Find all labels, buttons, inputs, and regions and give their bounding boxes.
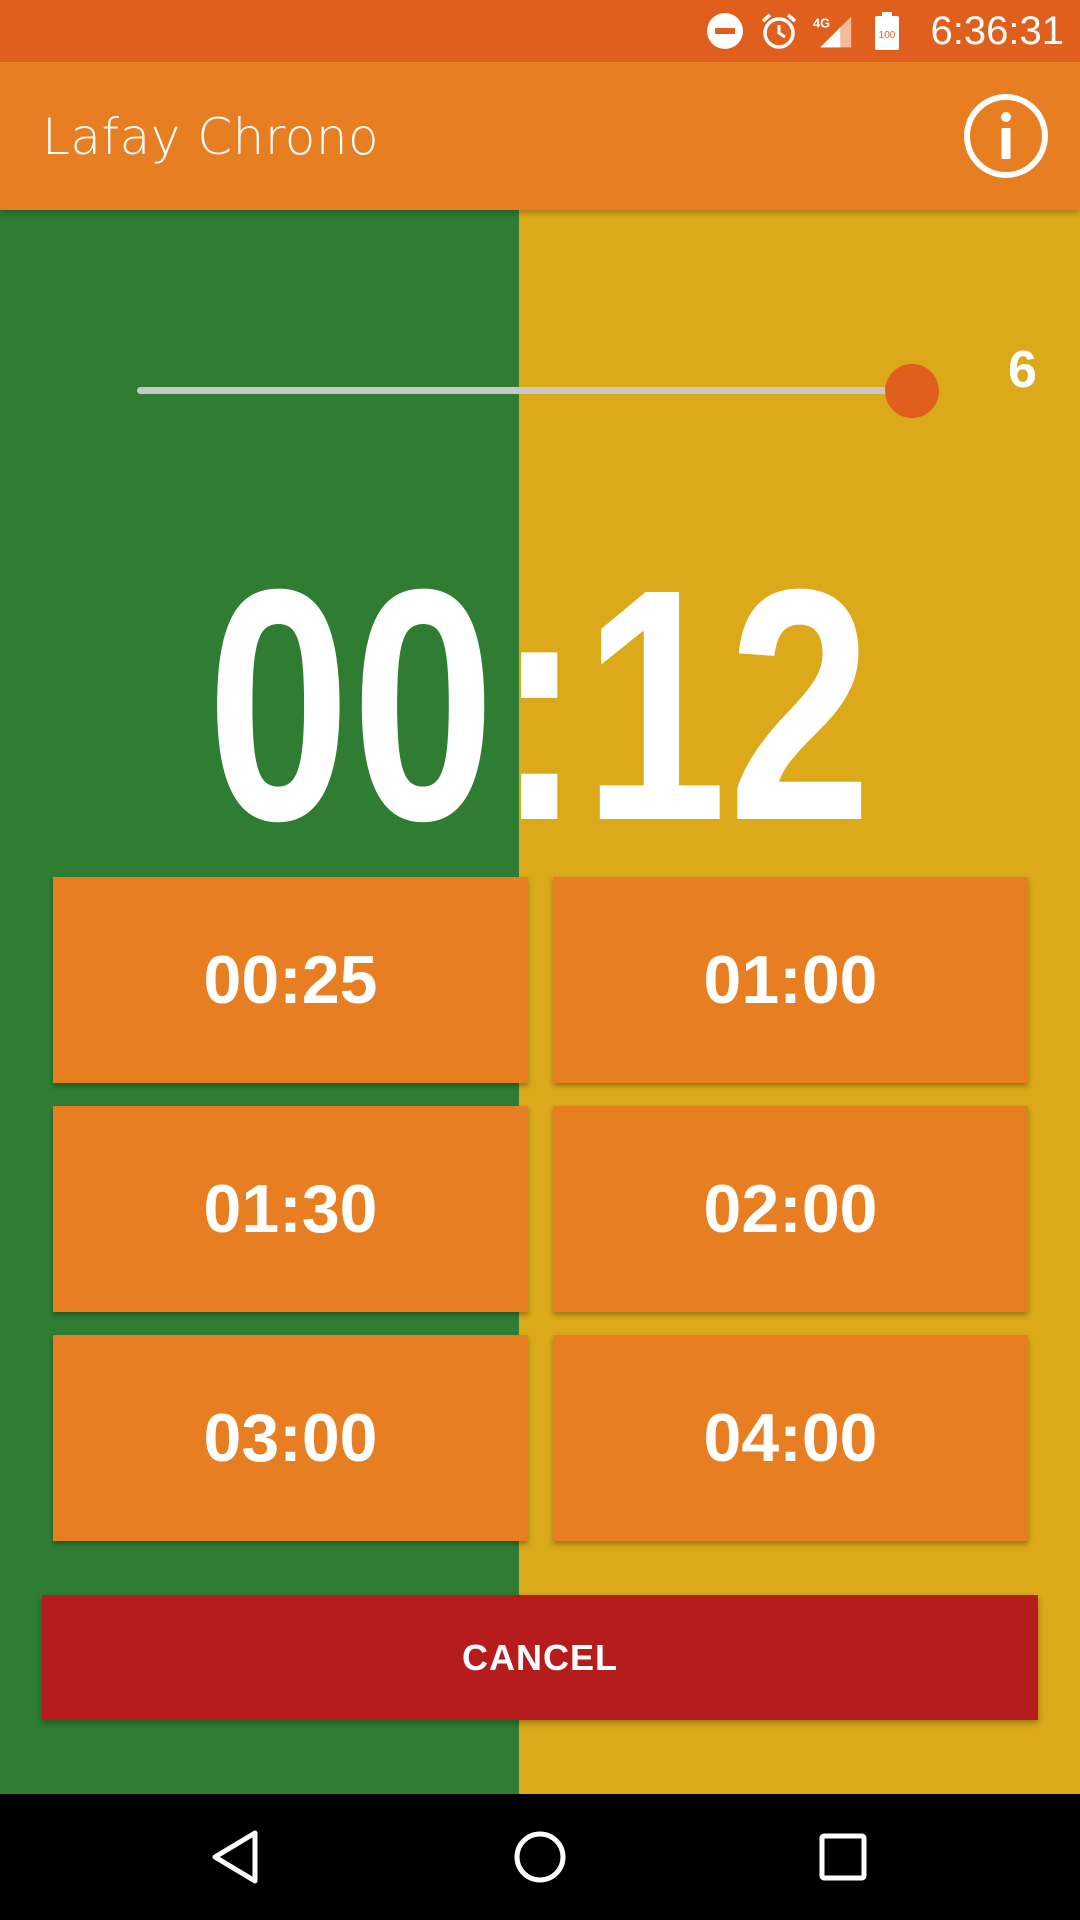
signal-4g-icon: 4G bbox=[813, 11, 853, 51]
do-not-disturb-icon bbox=[705, 11, 745, 51]
main-content: 6 00:12 00:25 01:00 01:30 02:00 03:00 04… bbox=[0, 210, 1080, 1794]
preset-button-01-30[interactable]: 01:30 bbox=[53, 1106, 528, 1312]
app-bar: Lafay Chrono bbox=[0, 62, 1080, 210]
info-icon bbox=[964, 94, 1048, 178]
home-button[interactable] bbox=[510, 1827, 570, 1887]
clock-time: 6:36:31 bbox=[930, 8, 1064, 53]
info-button[interactable] bbox=[962, 92, 1050, 180]
navigation-bar bbox=[0, 1794, 1080, 1920]
status-bar: 4G 100 6:36:31 bbox=[0, 0, 1080, 62]
preset-button-01-00[interactable]: 01:00 bbox=[553, 877, 1028, 1083]
slider-thumb[interactable] bbox=[885, 364, 939, 418]
preset-button-03-00[interactable]: 03:00 bbox=[53, 1335, 528, 1541]
status-icons: 4G 100 6:36:31 bbox=[705, 0, 1064, 62]
network-type-label: 4G bbox=[813, 15, 830, 30]
app-title: Lafay Chrono bbox=[42, 108, 380, 166]
battery-level-label: 100 bbox=[878, 30, 895, 41]
recents-button[interactable] bbox=[813, 1827, 873, 1887]
back-button[interactable] bbox=[207, 1827, 267, 1887]
preset-button-04-00[interactable]: 04:00 bbox=[553, 1335, 1028, 1541]
slider-track bbox=[137, 387, 912, 394]
recents-icon bbox=[819, 1833, 867, 1881]
preset-button-00-25[interactable]: 00:25 bbox=[53, 877, 528, 1083]
back-icon bbox=[212, 1830, 258, 1884]
alarm-icon bbox=[759, 11, 799, 51]
rounds-slider[interactable] bbox=[137, 360, 939, 420]
preset-button-02-00[interactable]: 02:00 bbox=[553, 1106, 1028, 1312]
preset-grid: 00:25 01:00 01:30 02:00 03:00 04:00 bbox=[53, 877, 1028, 1541]
slider-value: 6 bbox=[1008, 341, 1037, 399]
cancel-button[interactable]: CANCEL bbox=[42, 1595, 1038, 1720]
battery-icon: 100 bbox=[867, 11, 907, 51]
home-icon bbox=[514, 1831, 566, 1883]
timer-display: 00:12 bbox=[206, 520, 874, 889]
